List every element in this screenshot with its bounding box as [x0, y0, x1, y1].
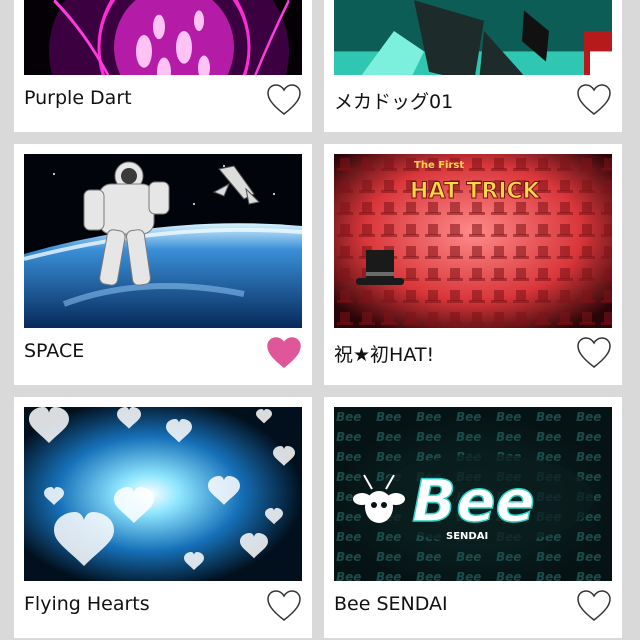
card-title: SPACE: [24, 340, 85, 362]
card-hat-trick[interactable]: The First HAT TRICK 祝★初HAT!: [324, 144, 622, 385]
favorite-heart-icon[interactable]: [576, 589, 612, 623]
card-flying-hearts[interactable]: Flying Hearts: [14, 397, 312, 638]
card-title: Bee SENDAI: [334, 593, 448, 615]
card-caption: Purple Dart: [24, 83, 302, 115]
card-title: Flying Hearts: [24, 593, 150, 615]
bee-logo-subtext: SENDAI: [446, 531, 488, 542]
flying-hearts-thumbnail[interactable]: [24, 407, 302, 581]
card-caption: 祝★初HAT!: [334, 336, 612, 368]
bee-sendai-thumbnail[interactable]: Bee Bee SENDAI: [334, 407, 612, 581]
card-purple-dart[interactable]: Purple Dart: [14, 0, 312, 132]
card-caption: メカドッグ01: [334, 83, 612, 115]
hat-trick-title: HAT TRICK: [410, 179, 541, 204]
hat-trick-subtitle: The First: [414, 160, 464, 171]
favorite-heart-icon[interactable]: [266, 83, 302, 117]
card-bee-sendai[interactable]: Bee Bee SENDAI Bee SEND: [324, 397, 622, 638]
mecha-dog-thumbnail[interactable]: [334, 0, 612, 75]
favorite-heart-icon[interactable]: [576, 336, 612, 370]
card-title: Purple Dart: [24, 87, 132, 109]
card-title: 祝★初HAT!: [334, 344, 435, 366]
favorite-heart-icon[interactable]: [266, 336, 302, 370]
card-caption: Bee SENDAI: [334, 589, 612, 621]
card-caption: Flying Hearts: [24, 589, 302, 621]
favorite-heart-icon[interactable]: [266, 589, 302, 623]
favorite-heart-icon[interactable]: [576, 83, 612, 117]
card-caption: SPACE: [24, 336, 302, 368]
purple-dart-thumbnail[interactable]: [24, 0, 302, 75]
card-title: メカドッグ01: [334, 91, 454, 113]
space-astronaut-thumbnail[interactable]: [24, 154, 302, 328]
card-space[interactable]: SPACE: [14, 144, 312, 385]
hat-trick-thumbnail[interactable]: The First HAT TRICK: [334, 154, 612, 328]
bee-logo-text: Bee: [412, 467, 535, 535]
card-mecha-dog[interactable]: メカドッグ01: [324, 0, 622, 132]
